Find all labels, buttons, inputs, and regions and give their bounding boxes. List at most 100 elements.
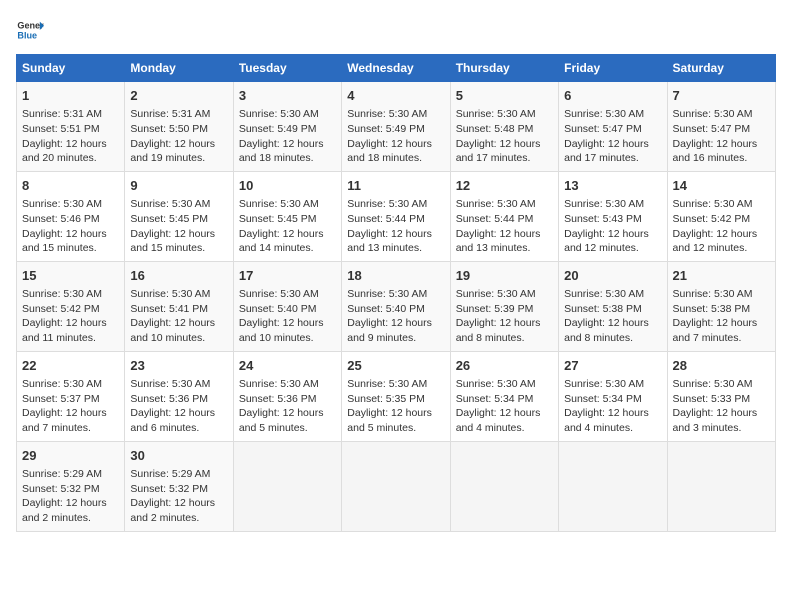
sunset-label: Sunset: 5:44 PM — [347, 213, 425, 225]
table-row: 28 Sunrise: 5:30 AM Sunset: 5:33 PM Dayl… — [667, 351, 775, 441]
sunset-label: Sunset: 5:34 PM — [564, 393, 642, 405]
calendar-week-row: 22 Sunrise: 5:30 AM Sunset: 5:37 PM Dayl… — [17, 351, 776, 441]
page-header: General Blue — [16, 16, 776, 44]
table-row: 15 Sunrise: 5:30 AM Sunset: 5:42 PM Dayl… — [17, 261, 125, 351]
daylight-label: Daylight: 12 hours and 14 minutes. — [239, 228, 324, 255]
sunrise-label: Sunrise: 5:30 AM — [456, 198, 536, 210]
table-row: 21 Sunrise: 5:30 AM Sunset: 5:38 PM Dayl… — [667, 261, 775, 351]
daylight-label: Daylight: 12 hours and 18 minutes. — [347, 138, 432, 165]
sunrise-label: Sunrise: 5:30 AM — [456, 288, 536, 300]
col-saturday: Saturday — [667, 55, 775, 82]
sunrise-label: Sunrise: 5:30 AM — [22, 288, 102, 300]
day-number: 4 — [347, 87, 444, 105]
sunrise-label: Sunrise: 5:31 AM — [130, 108, 210, 120]
sunset-label: Sunset: 5:40 PM — [347, 303, 425, 315]
day-number: 1 — [22, 87, 119, 105]
table-row: 7 Sunrise: 5:30 AM Sunset: 5:47 PM Dayli… — [667, 82, 775, 172]
daylight-label: Daylight: 12 hours and 4 minutes. — [564, 407, 649, 434]
sunrise-label: Sunrise: 5:30 AM — [673, 108, 753, 120]
sunset-label: Sunset: 5:39 PM — [456, 303, 534, 315]
sunset-label: Sunset: 5:36 PM — [130, 393, 208, 405]
col-sunday: Sunday — [17, 55, 125, 82]
sunset-label: Sunset: 5:47 PM — [564, 123, 642, 135]
day-number: 19 — [456, 267, 553, 285]
day-number: 27 — [564, 357, 661, 375]
daylight-label: Daylight: 12 hours and 17 minutes. — [564, 138, 649, 165]
logo-icon: General Blue — [16, 16, 44, 44]
day-number: 6 — [564, 87, 661, 105]
sunset-label: Sunset: 5:45 PM — [239, 213, 317, 225]
sunrise-label: Sunrise: 5:30 AM — [673, 288, 753, 300]
sunrise-label: Sunrise: 5:30 AM — [347, 198, 427, 210]
sunrise-label: Sunrise: 5:30 AM — [22, 198, 102, 210]
day-number: 28 — [673, 357, 770, 375]
table-row: 20 Sunrise: 5:30 AM Sunset: 5:38 PM Dayl… — [559, 261, 667, 351]
sunset-label: Sunset: 5:45 PM — [130, 213, 208, 225]
sunset-label: Sunset: 5:38 PM — [564, 303, 642, 315]
sunrise-label: Sunrise: 5:30 AM — [673, 198, 753, 210]
daylight-label: Daylight: 12 hours and 5 minutes. — [347, 407, 432, 434]
empty-cell — [342, 441, 450, 531]
table-row: 14 Sunrise: 5:30 AM Sunset: 5:42 PM Dayl… — [667, 171, 775, 261]
daylight-label: Daylight: 12 hours and 12 minutes. — [673, 228, 758, 255]
day-number: 12 — [456, 177, 553, 195]
sunrise-label: Sunrise: 5:30 AM — [239, 198, 319, 210]
sunset-label: Sunset: 5:49 PM — [239, 123, 317, 135]
empty-cell — [233, 441, 341, 531]
daylight-label: Daylight: 12 hours and 4 minutes. — [456, 407, 541, 434]
sunset-label: Sunset: 5:49 PM — [347, 123, 425, 135]
daylight-label: Daylight: 12 hours and 8 minutes. — [456, 317, 541, 344]
day-number: 7 — [673, 87, 770, 105]
sunrise-label: Sunrise: 5:30 AM — [456, 378, 536, 390]
empty-cell — [559, 441, 667, 531]
sunrise-label: Sunrise: 5:30 AM — [22, 378, 102, 390]
day-number: 24 — [239, 357, 336, 375]
sunrise-label: Sunrise: 5:30 AM — [239, 108, 319, 120]
daylight-label: Daylight: 12 hours and 9 minutes. — [347, 317, 432, 344]
sunrise-label: Sunrise: 5:30 AM — [564, 198, 644, 210]
sunset-label: Sunset: 5:46 PM — [22, 213, 100, 225]
sunrise-label: Sunrise: 5:31 AM — [22, 108, 102, 120]
day-number: 9 — [130, 177, 227, 195]
daylight-label: Daylight: 12 hours and 10 minutes. — [130, 317, 215, 344]
table-row: 22 Sunrise: 5:30 AM Sunset: 5:37 PM Dayl… — [17, 351, 125, 441]
table-row: 30 Sunrise: 5:29 AM Sunset: 5:32 PM Dayl… — [125, 441, 233, 531]
table-row: 13 Sunrise: 5:30 AM Sunset: 5:43 PM Dayl… — [559, 171, 667, 261]
col-friday: Friday — [559, 55, 667, 82]
sunrise-label: Sunrise: 5:30 AM — [130, 198, 210, 210]
day-number: 17 — [239, 267, 336, 285]
sunrise-label: Sunrise: 5:30 AM — [564, 288, 644, 300]
sunrise-label: Sunrise: 5:30 AM — [347, 288, 427, 300]
daylight-label: Daylight: 12 hours and 6 minutes. — [130, 407, 215, 434]
day-number: 2 — [130, 87, 227, 105]
table-row: 8 Sunrise: 5:30 AM Sunset: 5:46 PM Dayli… — [17, 171, 125, 261]
sunset-label: Sunset: 5:48 PM — [456, 123, 534, 135]
empty-cell — [667, 441, 775, 531]
day-number: 23 — [130, 357, 227, 375]
table-row: 6 Sunrise: 5:30 AM Sunset: 5:47 PM Dayli… — [559, 82, 667, 172]
sunset-label: Sunset: 5:35 PM — [347, 393, 425, 405]
day-number: 13 — [564, 177, 661, 195]
daylight-label: Daylight: 12 hours and 16 minutes. — [673, 138, 758, 165]
daylight-label: Daylight: 12 hours and 13 minutes. — [347, 228, 432, 255]
sunset-label: Sunset: 5:42 PM — [22, 303, 100, 315]
sunset-label: Sunset: 5:34 PM — [456, 393, 534, 405]
calendar-week-row: 8 Sunrise: 5:30 AM Sunset: 5:46 PM Dayli… — [17, 171, 776, 261]
calendar-week-row: 1 Sunrise: 5:31 AM Sunset: 5:51 PM Dayli… — [17, 82, 776, 172]
sunset-label: Sunset: 5:32 PM — [22, 483, 100, 495]
sunset-label: Sunset: 5:32 PM — [130, 483, 208, 495]
sunrise-label: Sunrise: 5:30 AM — [239, 378, 319, 390]
daylight-label: Daylight: 12 hours and 7 minutes. — [22, 407, 107, 434]
sunrise-label: Sunrise: 5:30 AM — [130, 378, 210, 390]
day-number: 22 — [22, 357, 119, 375]
col-wednesday: Wednesday — [342, 55, 450, 82]
sunset-label: Sunset: 5:41 PM — [130, 303, 208, 315]
table-row: 12 Sunrise: 5:30 AM Sunset: 5:44 PM Dayl… — [450, 171, 558, 261]
calendar-table: Sunday Monday Tuesday Wednesday Thursday… — [16, 54, 776, 532]
sunset-label: Sunset: 5:47 PM — [673, 123, 751, 135]
daylight-label: Daylight: 12 hours and 17 minutes. — [456, 138, 541, 165]
empty-cell — [450, 441, 558, 531]
daylight-label: Daylight: 12 hours and 11 minutes. — [22, 317, 107, 344]
sunrise-label: Sunrise: 5:30 AM — [347, 378, 427, 390]
daylight-label: Daylight: 12 hours and 15 minutes. — [22, 228, 107, 255]
